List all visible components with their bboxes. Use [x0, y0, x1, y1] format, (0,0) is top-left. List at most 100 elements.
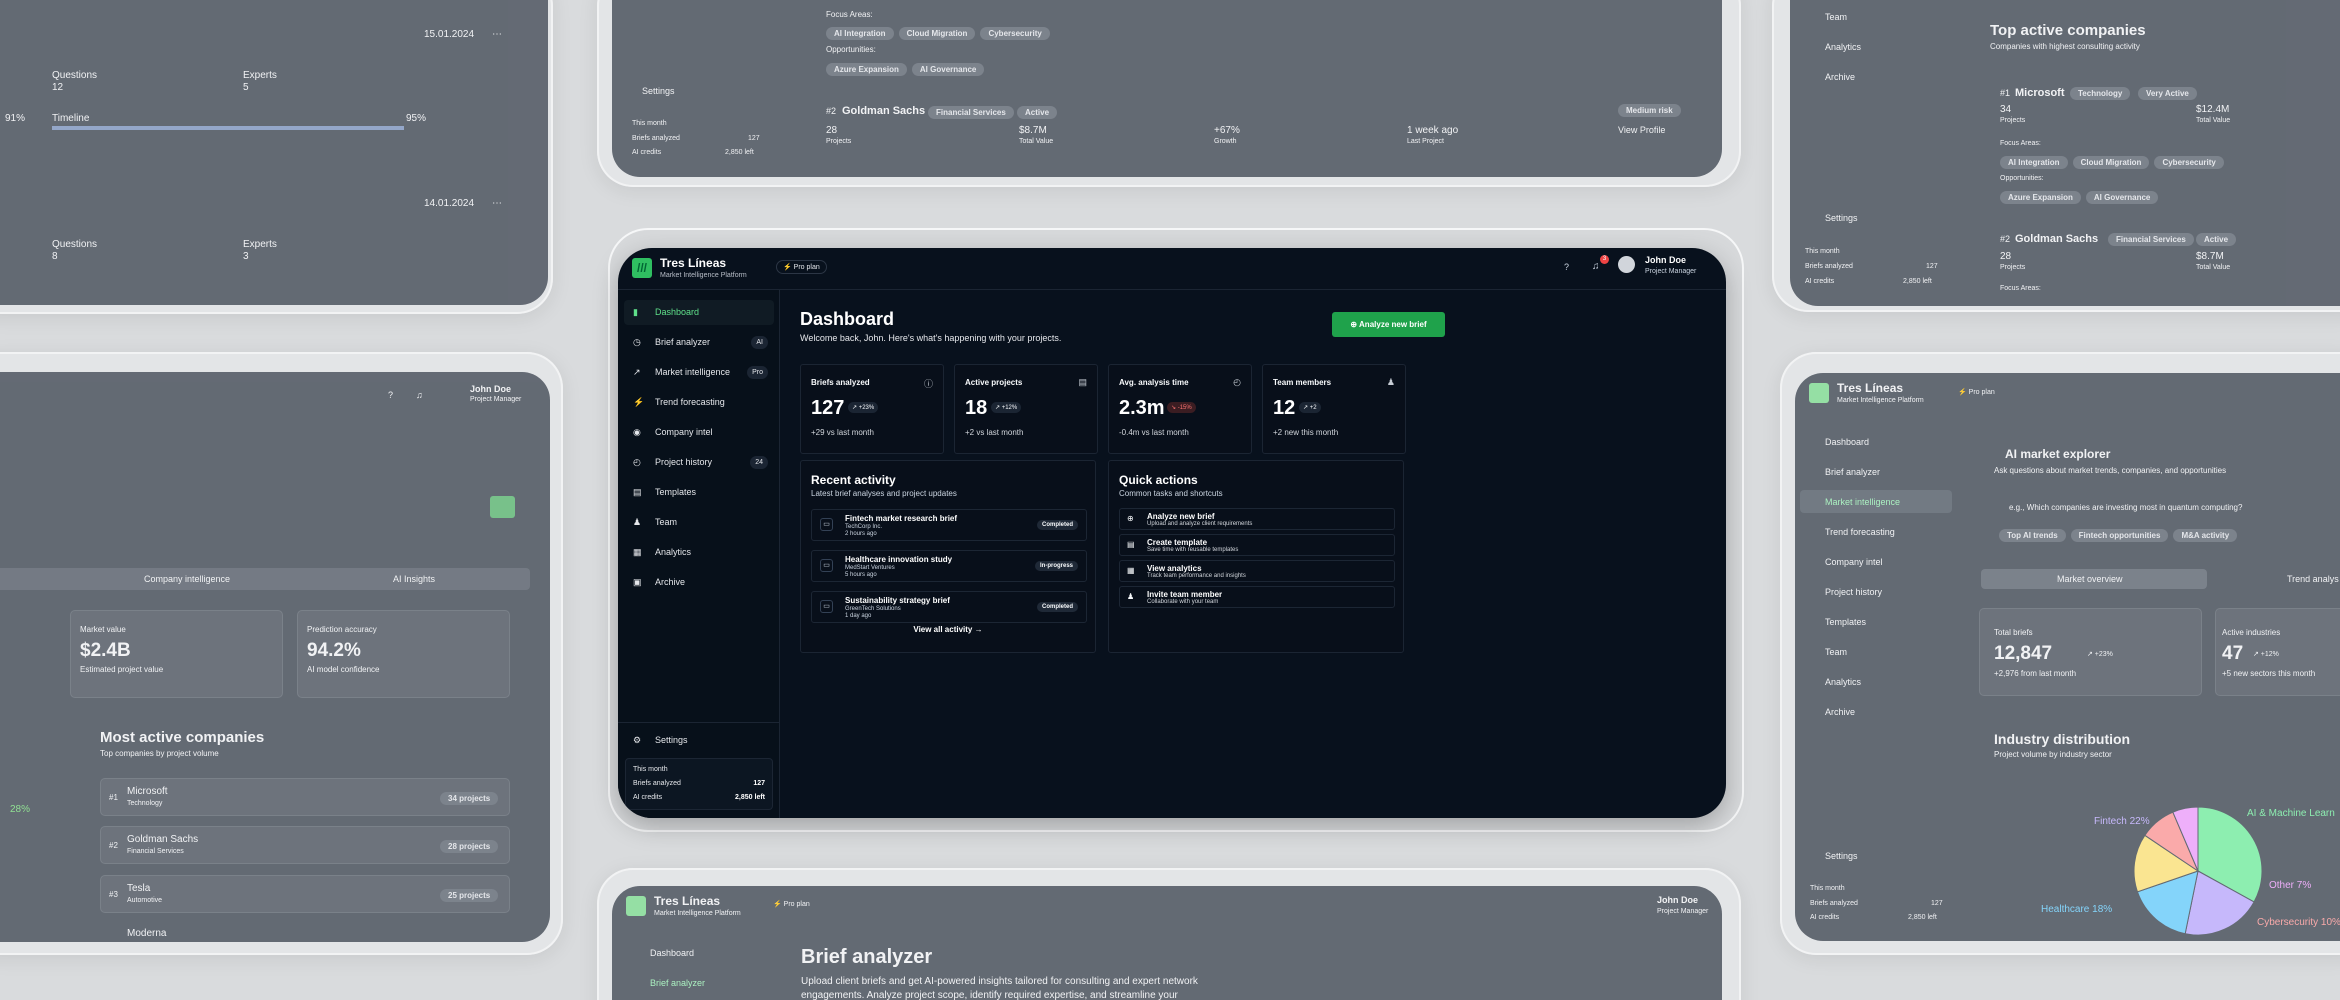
quick-action-title: Create template [1147, 538, 1208, 547]
nav-team-2[interactable]: Team [1825, 647, 1847, 657]
help-icon[interactable]: ? [388, 390, 393, 400]
ms-opps-tags: Azure Expansion AI Governance [2000, 187, 2163, 205]
avatar[interactable] [1618, 256, 1635, 273]
settings-label[interactable]: Settings [642, 86, 675, 96]
document-icon: ▤ [1127, 540, 1135, 549]
last-project-value: 1 week ago [1407, 125, 1459, 136]
logo-icon[interactable]: /// [632, 258, 652, 278]
quick-action[interactable]: ⊕ Analyze new brief Upload and analyze cli… [1119, 508, 1395, 530]
sidebar-item-trend-forecasting[interactable]: ⚡ Trend forecasting [624, 390, 774, 415]
sidebar-item-brief-analyzer[interactable]: ◷ Brief analyzer AI [624, 330, 774, 355]
users-icon: ♟ [633, 517, 642, 527]
more-icon[interactable]: ⋯ [492, 29, 502, 40]
search-button[interactable] [490, 496, 515, 518]
brand-name: Tres Líneas [660, 256, 727, 270]
focus-label: Focus Areas: [826, 10, 873, 19]
logo-icon-bottom [626, 896, 646, 916]
quick-action-title: Invite team member [1147, 590, 1223, 599]
most-active-title: Most active companies [100, 729, 265, 746]
sidebar-item-dashboard[interactable]: ▮ Dashboard [624, 300, 774, 325]
nav-settings-2[interactable]: Settings [1825, 851, 1858, 861]
questions-label: Questions [52, 70, 98, 81]
nav-analytics-2[interactable]: Analytics [1825, 677, 1861, 687]
nav-company[interactable]: Company intel [1825, 557, 1883, 567]
opps-label: Opportunities: [826, 45, 876, 54]
sidebar-item-team[interactable]: ♟ Team [624, 510, 774, 535]
users-icon: ♟ [1386, 377, 1395, 387]
more-icon-2[interactable]: ⋯ [492, 198, 502, 209]
usage-credits: 2,850 left [725, 149, 754, 156]
nav-templates[interactable]: Templates [1825, 617, 1866, 627]
view-all-activity-link[interactable]: View all activity → [801, 625, 1095, 634]
gs-rank: #2 [2000, 234, 2011, 244]
chip-ai-trends[interactable]: Top AI trends [1999, 529, 2066, 542]
quick-action[interactable]: ▤ Create template Save time with reusable … [1119, 534, 1395, 556]
quick-action-sub: Track team performance and insights [1147, 573, 1246, 579]
activity-time: 2 hours ago [845, 531, 877, 537]
nav-archive-2[interactable]: Archive [1825, 707, 1855, 717]
user-name: John Doe [470, 384, 512, 394]
activity-item[interactable]: ▭ Fintech market research brief TechCorp I… [811, 509, 1087, 541]
bell-icon[interactable]: ♫ [1592, 261, 1600, 272]
chip-ma[interactable]: M&A activity [2173, 529, 2238, 542]
document-icon: ▤ [633, 487, 642, 497]
usage-briefs-right: 127 [1926, 263, 1938, 270]
bell-icon[interactable]: ♫ [416, 390, 423, 400]
usage-credits-mr: 2,850 left [1908, 914, 1937, 921]
nav-archive[interactable]: Archive [1825, 72, 1855, 82]
folder-icon: ▭ [820, 600, 833, 613]
archive-icon: ▣ [633, 577, 642, 587]
chip-fintech[interactable]: Fintech opportunities [2070, 529, 2169, 542]
plus-icon: ⊕ [1127, 514, 1134, 523]
nav-brief[interactable]: Brief analyzer [1825, 467, 1880, 477]
nav-trend[interactable]: Trend forecasting [1825, 527, 1895, 537]
opps-tags: Azure Expansion AI Governance [826, 59, 989, 77]
quick-action[interactable]: ▦ View analytics Track team performance an… [1119, 560, 1395, 582]
settings-item[interactable]: ⚙ Settings [624, 728, 774, 753]
usage-title: This month [632, 120, 667, 127]
plus-icon: ⊕ [1350, 320, 1360, 329]
rank-3: #3 [109, 890, 118, 899]
tab-company-intel[interactable]: Company intelligence [144, 574, 230, 584]
explorer-input[interactable]: e.g., Which companies are investing most… [2009, 503, 2242, 512]
sidebar-item-project-history[interactable]: ◴ Project history 24 [624, 450, 774, 475]
stat-card: Active projects ▤ 18 ↗ +12% +2 vs last month [954, 364, 1098, 454]
quick-action[interactable]: ♟ Invite team member Collaborate with your… [1119, 586, 1395, 608]
overview-tab-label[interactable]: Market overview [2057, 574, 2123, 584]
activity-item[interactable]: ▭ Healthcare innovation study MedStart Ven… [811, 550, 1087, 582]
sidebar-item-templates[interactable]: ▤ Templates [624, 480, 774, 505]
experts-label-2: Experts [243, 239, 277, 250]
trend-tab-label[interactable]: Trend analys [2287, 574, 2339, 584]
usage-credits-label-right: AI credits [1805, 278, 1835, 285]
tab-ai-insights[interactable]: AI Insights [393, 574, 435, 584]
arrow-right-icon: → [974, 625, 983, 634]
activity-company: TechCorp Inc. [845, 524, 883, 530]
plan-badge[interactable]: ⚡ Pro plan [776, 260, 827, 274]
analyze-new-brief-button[interactable]: ⊕ Analyze new brief [1332, 312, 1445, 337]
nav-market[interactable]: Market intelligence [1825, 497, 1900, 507]
goldman-rank: #2 [826, 106, 837, 116]
nav-dashboard-bottom[interactable]: Dashboard [650, 948, 694, 958]
ms-tag-cloud: Cloud Migration [2072, 156, 2150, 169]
nav-settings[interactable]: Settings [1825, 213, 1858, 223]
activity-item[interactable]: ▭ Sustainability strategy brief GreenTech … [811, 591, 1087, 623]
users-icon: ♟ [1127, 592, 1135, 601]
help-icon[interactable]: ? [1564, 262, 1569, 272]
questions-value-2: 8 [52, 251, 58, 262]
sidebar-item-analytics[interactable]: ▦ Analytics [624, 540, 774, 565]
stat-change: ↘ -15% [1167, 402, 1196, 413]
gear-icon: ⚙ [633, 735, 642, 745]
nav-history[interactable]: Project history [1825, 587, 1882, 597]
sidebar-item-label: Trend forecasting [655, 397, 725, 407]
sidebar-item-market-intelligence[interactable]: ↗ Market intelligence Pro [624, 360, 774, 385]
sidebar-item-archive[interactable]: ▣ Archive [624, 570, 774, 595]
database-icon: ◉ [633, 427, 641, 437]
usage-credits-label: AI credits [632, 149, 662, 156]
tag-ai-integration: AI Integration [826, 27, 894, 40]
nav-analytics[interactable]: Analytics [1825, 42, 1861, 52]
nav-team[interactable]: Team [1825, 12, 1847, 22]
nav-brief-bottom[interactable]: Brief analyzer [650, 978, 705, 988]
sidebar-item-company-intel[interactable]: ◉ Company intel [624, 420, 774, 445]
view-profile-button[interactable]: View Profile [1618, 125, 1665, 135]
nav-dashboard[interactable]: Dashboard [1825, 437, 1869, 447]
